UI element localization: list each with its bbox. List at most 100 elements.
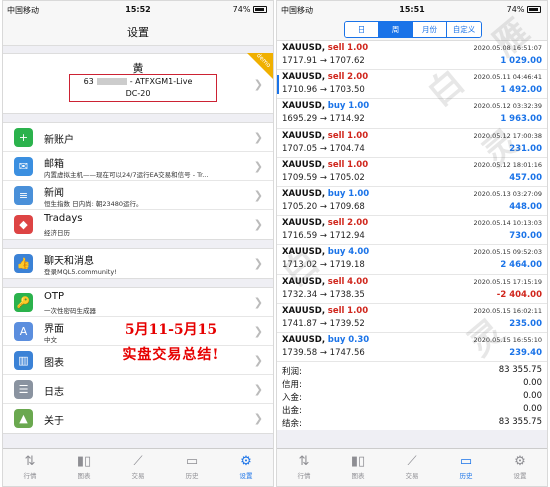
deal-header: XAUUSD, buy 4.00 [282, 247, 369, 257]
period-tab[interactable]: 日 [345, 22, 379, 37]
settings-row-journal[interactable]: ☰ 日志 ❯ [3, 375, 273, 404]
deal-row[interactable]: XAUUSD, sell 1.00 2020.05.15 16:02:11 1741… [277, 304, 547, 333]
tab-settings[interactable]: ⚙ 设置 [219, 449, 273, 486]
tab-history[interactable]: ▭ 历史 [165, 449, 219, 486]
overlay-line-2: 实盘交易总结! [122, 347, 220, 363]
deal-symbol: XAUUSD, [282, 334, 326, 345]
account-number-line: 63 - ATFXGM1-Live [3, 77, 273, 86]
deal-row[interactable]: XAUUSD, buy 1.00 2020.05.13 03:27:09 1705.… [277, 187, 547, 217]
period-tab[interactable]: 月份 [413, 22, 447, 37]
deal-prices: 1717.91 → 1707.62 [282, 56, 365, 66]
deal-row[interactable]: XAUUSD, sell 2.00 2020.05.11 04:46:41 1710… [277, 70, 547, 100]
tab-history[interactable]: ▭ 历史 [439, 449, 493, 486]
deal-datetime: 2020.05.14 10:13:03 [473, 219, 542, 228]
period-tab[interactable]: 周 [379, 22, 413, 37]
overlay-caption: 5月11-5月15 实盘交易总结! [91, 319, 251, 364]
deal-lots: 1.00 [347, 305, 369, 316]
settings-row-title: 关于 [44, 416, 64, 427]
deal-side: buy [327, 247, 346, 258]
summary-value: 83 355.75 [498, 417, 542, 428]
journal-icon: ☰ [14, 380, 33, 399]
settings-row-about[interactable]: ▲ 关于 ❯ [3, 404, 273, 433]
deal-header: XAUUSD, sell 1.00 [282, 43, 368, 53]
chevron-right-icon: ❯ [253, 131, 263, 144]
settings-row-tradays[interactable]: ◆ Tradays 经济日历 ❯ [3, 210, 273, 239]
history-icon: ▭ [459, 454, 473, 469]
otp-icon: 🔑 [14, 293, 33, 312]
deal-datetime: 2020.05.15 16:55:10 [473, 335, 542, 344]
deal-symbol: XAUUSD, [282, 305, 326, 316]
summary-label: 信用: [282, 380, 302, 391]
deal-side: sell [327, 130, 345, 141]
settings-group-2: 👍 聊天和消息 登录MQL5.community! ❯ [3, 248, 273, 279]
chevron-right-icon: ❯ [253, 383, 263, 396]
period-selector-bar: 日周月份 自定义 [277, 19, 547, 41]
account-card[interactable]: demo 黄 63- ATFXGM1-Live DC-20 ❯ [3, 52, 273, 114]
deal-profit: 239.40 [509, 347, 542, 358]
deal-row[interactable]: XAUUSD, buy 0.30 2020.05.15 16:55:10 1739.… [277, 333, 547, 363]
deal-datetime: 2020.05.15 17:15:19 [473, 277, 542, 286]
page-title: 设置 [3, 19, 273, 46]
deal-header: XAUUSD, sell 1.00 [282, 306, 368, 316]
battery-percent: 74% [506, 5, 525, 14]
deal-profit: 1 492.00 [500, 85, 542, 96]
deal-side: buy [327, 101, 346, 112]
deal-row[interactable]: XAUUSD, buy 4.00 2020.05.15 09:52:03 1713.… [277, 245, 547, 275]
summary-row: 入金: 0.00 [282, 391, 542, 404]
deal-datetime: 2020.05.08 16:51:07 [473, 44, 542, 52]
tab-settings[interactable]: ⚙ 设置 [493, 449, 547, 486]
settings-row-mail[interactable]: ✉ 邮箱 内置虚拟主机——现在可以24/7运行EA交易和信号 - Tr... ❯ [3, 152, 273, 181]
tab-quotes[interactable]: ⇅ 行情 [277, 449, 331, 486]
deal-prices: 1707.05 → 1704.74 [282, 143, 365, 154]
deal-prices: 1732.34 → 1738.35 [282, 289, 365, 300]
deal-row[interactable]: XAUUSD, sell 1.00 2020.05.08 16:51:07 1717… [277, 41, 547, 71]
deal-header: XAUUSD, sell 2.00 [282, 72, 368, 82]
settings-row-news[interactable]: ≡ 新闻 恒生指数 日内尚: 朝23480运行。 ❯ [3, 181, 273, 210]
battery-indicator: 74% [507, 5, 541, 14]
deal-side: sell [327, 305, 345, 316]
deal-side: sell [327, 72, 345, 83]
period-tab[interactable]: 自定义 [447, 22, 481, 37]
chevron-right-icon: ❯ [253, 189, 263, 202]
summary-row: 结余: 83 355.75 [282, 417, 542, 430]
summary-value: 0.00 [523, 378, 542, 389]
tab-quotes[interactable]: ⇅ 行情 [3, 449, 57, 486]
settings-row-title: 新账户 [44, 135, 74, 146]
deal-row[interactable]: XAUUSD, sell 2.00 2020.05.14 10:13:03 1716… [277, 216, 547, 246]
deal-symbol: XAUUSD, [282, 276, 326, 287]
tab-trade[interactable]: ⟋ 交易 [385, 449, 439, 486]
chart-settings-icon: ▥ [14, 351, 33, 370]
settings-row-chat[interactable]: 👍 聊天和消息 登录MQL5.community! ❯ [3, 249, 273, 278]
deal-profit: 1 963.00 [500, 114, 542, 125]
summary-row: 信用: 0.00 [282, 378, 542, 391]
deal-header: XAUUSD, buy 0.30 [282, 335, 369, 345]
deal-row[interactable]: XAUUSD, sell 4.00 2020.05.15 17:15:19 1732… [277, 275, 547, 304]
settings-row-otp[interactable]: 🔑 OTP 一次性密码生成器 ❯ [3, 288, 273, 317]
settings-screen: 中国移动 15:52 74% 设置 demo 黄 63- ATFXGM1-Liv… [2, 0, 274, 487]
tab-label: 行情 [23, 472, 37, 480]
settings-icon: ⚙ [514, 454, 526, 469]
overlay-line-1: 5月11-5月15 [124, 322, 218, 338]
settings-row-user-plus[interactable]: + 新账户 ❯ [3, 123, 273, 152]
deal-lots: 2.00 [347, 218, 369, 229]
deal-lots: 1.00 [347, 159, 369, 170]
deal-row[interactable]: XAUUSD, buy 1.00 2020.05.12 03:32:39 1695.… [277, 99, 547, 129]
deal-prices: 1713.02 → 1719.18 [282, 260, 365, 271]
deal-symbol: XAUUSD, [282, 72, 326, 83]
tab-label: 行情 [297, 472, 311, 480]
deal-prices: 1695.29 → 1714.92 [282, 114, 365, 125]
deal-side: buy [327, 334, 346, 345]
deal-row[interactable]: XAUUSD, sell 1.00 2020.05.12 17:00:38 1707… [277, 129, 547, 158]
deal-row[interactable]: XAUUSD, sell 1.00 2020.05.12 18:01:16 1709… [277, 158, 547, 187]
chevron-right-icon: ❯ [253, 160, 263, 173]
tab-chart[interactable]: ▮▯ 图表 [57, 449, 111, 486]
tab-trade[interactable]: ⟋ 交易 [111, 449, 165, 486]
deal-side: sell [327, 43, 345, 53]
deal-side: sell [327, 276, 345, 287]
history-summary: 利润: 83 355.75 信用: 0.00 入金: 0.00 出金: 0.00 结余: 83 3… [277, 362, 547, 431]
chart-icon: ▮▯ [350, 454, 366, 469]
deal-lots: 1.00 [347, 130, 369, 141]
tab-chart[interactable]: ▮▯ 图表 [331, 449, 385, 486]
deal-datetime: 2020.05.15 16:02:11 [473, 306, 542, 315]
deal-profit: 235.00 [509, 318, 542, 329]
